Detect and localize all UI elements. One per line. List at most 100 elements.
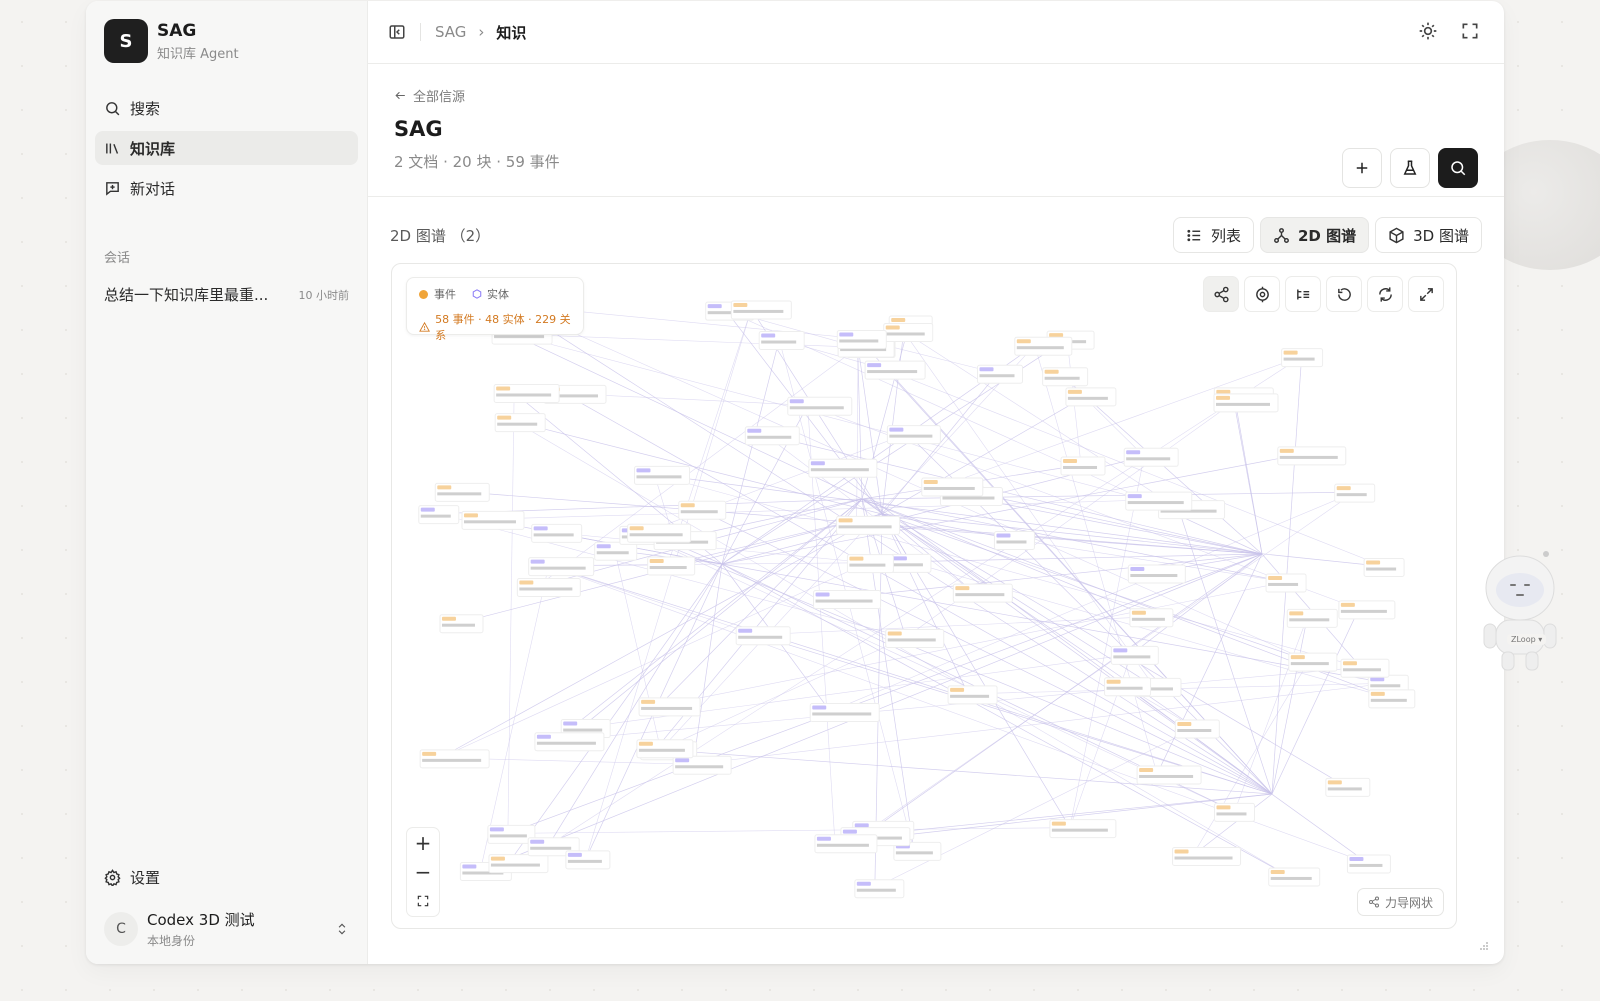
sidebar-toggle-icon[interactable] [388,23,406,41]
graph-node-entity[interactable] [977,364,1024,384]
graph-node-event[interactable] [439,614,484,634]
refresh-button[interactable] [1367,276,1403,312]
fit-view-button[interactable] [407,888,439,914]
graph-node-event[interactable] [647,556,696,576]
fullscreen-icon[interactable] [1460,21,1480,41]
graph-node-event[interactable] [883,322,934,342]
graph-node-event[interactable] [488,854,549,874]
graph-node-event[interactable] [1286,608,1338,628]
graph-node-entity[interactable] [890,553,932,573]
graph-node-event[interactable] [1334,483,1376,503]
back-link[interactable]: 全部信源 [394,86,1478,105]
graph-node-entity[interactable] [864,360,926,380]
breadcrumb-root[interactable]: SAG [435,23,466,41]
graph-node-event[interactable] [461,510,525,530]
graph-node-event[interactable] [1065,387,1117,407]
graph-node-event[interactable] [730,300,792,320]
graph-node-event[interactable] [1136,765,1202,785]
view-2d-graph-button[interactable]: 2D 图谱 [1260,217,1370,253]
graph-node-entity[interactable] [993,530,1035,550]
graph-node-event[interactable] [419,749,490,769]
sidebar-item-search[interactable]: 搜索 [95,91,358,125]
graph-node-event[interactable] [1338,600,1396,620]
graph-node-entity[interactable] [1127,564,1186,584]
sun-icon[interactable] [1418,21,1438,41]
graph-node-event[interactable] [494,413,546,433]
graph-node-event[interactable] [1049,819,1117,839]
robot-mascot-icon[interactable] [1474,548,1566,680]
robot-badge[interactable]: ZLoop ▾ [1507,634,1547,645]
graph-node-event[interactable] [1174,719,1220,739]
graph-node-event[interactable] [1265,573,1307,593]
zoom-in-button[interactable]: + [407,830,439,856]
resize-grip-icon[interactable] [1478,940,1490,952]
graph-node-event[interactable] [1288,652,1338,672]
graph-node-entity[interactable] [633,465,690,485]
graph-node-entity[interactable] [1346,854,1391,874]
graph-node-event[interactable] [678,500,727,520]
graph-node-entity[interactable] [744,426,800,446]
graph-node-entity[interactable] [854,879,905,899]
test-button[interactable] [1390,148,1430,188]
graph-node-entity[interactable] [1110,645,1159,665]
graph-canvas[interactable]: 事件 实体 58 事件 · 48 实体 · 229 关系 + − 力导网状 [391,263,1457,929]
graph-node-event[interactable] [1325,777,1371,797]
graph-node-entity[interactable] [886,425,941,445]
view-list-button[interactable]: 列表 [1172,217,1254,253]
graph-node-event[interactable] [1340,658,1390,678]
graph-node-entity[interactable] [836,329,887,349]
graph-node-event[interactable] [516,577,581,597]
graph-node-entity[interactable] [808,458,878,478]
graph-node-entity[interactable] [758,331,805,351]
graph-node-event[interactable] [952,583,1013,603]
graph-node-entity[interactable] [735,626,791,646]
graph-node-entity[interactable] [672,755,732,775]
view-3d-graph-button[interactable]: 3D 图谱 [1375,217,1482,253]
graph-node-entity[interactable] [1123,447,1179,467]
graph-node-event[interactable] [1014,336,1073,356]
graph-node-event[interactable] [434,482,490,502]
graph-node-event[interactable] [1042,367,1089,387]
graph-node-event[interactable] [1213,393,1279,413]
user-profile[interactable]: C Codex 3D 测试 本地身份 [104,909,349,949]
share-graph-button[interactable] [1203,276,1239,312]
graph-node-entity[interactable] [594,541,638,561]
graph-node-entity[interactable] [528,557,595,577]
graph-node-event[interactable] [1363,558,1405,578]
graph-node-event[interactable] [627,523,692,543]
graph-node-event[interactable] [1172,847,1242,867]
zoom-out-button[interactable]: − [407,859,439,885]
add-button[interactable] [1342,148,1382,188]
graph-node-entity[interactable] [1125,491,1193,511]
graph-node-event[interactable] [885,628,945,648]
session-item[interactable]: 总结一下知识库里最重... 10 小时前 [104,284,349,305]
graph-node-entity[interactable] [531,523,583,543]
graph-node-event[interactable] [638,697,701,717]
force-layout-button[interactable]: 力导网状 [1356,888,1444,916]
reset-button[interactable] [1326,276,1362,312]
graph-node-event[interactable] [1368,689,1416,709]
graph-node-event[interactable] [1104,677,1152,697]
settings-button[interactable]: 设置 [104,867,160,888]
graph-node-event[interactable] [836,515,901,535]
focus-button[interactable] [1244,276,1280,312]
graph-node-event[interactable] [1277,446,1347,466]
graph-node-entity[interactable] [809,702,880,722]
graph-node-event[interactable] [1213,802,1255,822]
expand-button[interactable] [1408,276,1444,312]
graph-node-event[interactable] [947,685,998,705]
graph-node-event[interactable] [1281,348,1324,368]
graph-node-event[interactable] [1060,456,1106,476]
search-button[interactable] [1438,148,1478,188]
graph-node-entity[interactable] [814,834,878,854]
graph-node-event[interactable] [1129,608,1174,628]
graph-node-event[interactable] [636,739,694,759]
graph-node-entity[interactable] [787,396,853,416]
graph-node-entity[interactable] [418,505,460,525]
graph-node-entity[interactable] [813,590,882,610]
graph-node-event[interactable] [921,477,984,497]
graph-node-event[interactable] [1268,867,1321,887]
graph-node-entity[interactable] [534,732,605,752]
sidebar-item-new-chat[interactable]: 新对话 [95,171,358,205]
graph-node-event[interactable] [846,554,894,574]
